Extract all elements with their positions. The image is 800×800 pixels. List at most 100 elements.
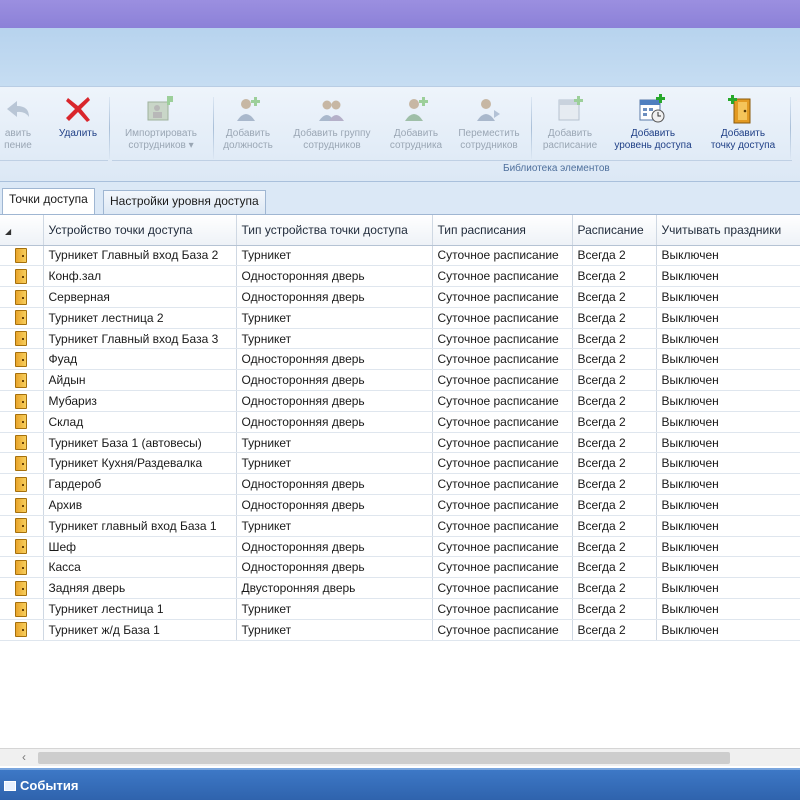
table-cell[interactable]: Задняя дверь [43, 577, 237, 600]
table-cell[interactable]: Всегда 2 [572, 577, 657, 600]
table-cell[interactable]: Турникет [236, 307, 433, 329]
table-row[interactable]: Серверная Односторонняя дверь Суточное рас… [0, 286, 800, 308]
column-header[interactable]: Расписание [572, 215, 657, 246]
table-cell[interactable]: Суточное расписание [432, 348, 573, 371]
table-cell[interactable]: Выключен [656, 494, 800, 516]
table-cell[interactable]: Всегда 2 [572, 556, 657, 579]
table-cell[interactable]: Всегда 2 [572, 328, 657, 350]
partial-ribbon-button[interactable]: авить пение [0, 93, 44, 159]
table-row[interactable]: Турникет лестница 2 Турникет Суточное расп… [0, 307, 800, 329]
table-row[interactable]: Склад Односторонняя дверь Суточное расписа… [0, 411, 800, 433]
table-row[interactable]: Конф.зал Односторонняя дверь Суточное расп… [0, 265, 800, 288]
table-cell[interactable]: Суточное расписание [432, 307, 573, 329]
table-cell[interactable]: Выключен [656, 411, 800, 433]
scroll-left-arrow[interactable]: ‹ [22, 750, 26, 764]
table-cell[interactable]: Всегда 2 [572, 369, 657, 392]
table-cell[interactable]: Всегда 2 [572, 245, 657, 267]
table-cell[interactable]: Выключен [656, 515, 800, 537]
table-cell[interactable]: Суточное расписание [432, 598, 573, 620]
table-cell[interactable]: Турникет лестница 2 [43, 307, 237, 329]
table-cell[interactable]: Суточное расписание [432, 265, 573, 288]
column-header[interactable]: Учитывать праздники [656, 215, 800, 246]
table-cell[interactable]: Выключен [656, 598, 800, 620]
table-cell[interactable]: Суточное расписание [432, 390, 573, 412]
events-button[interactable]: События [4, 778, 78, 793]
table-cell[interactable]: Турникет Главный вход База 2 [43, 245, 237, 267]
table-cell[interactable]: Турникет главный вход База 1 [43, 515, 237, 537]
table-cell[interactable]: Суточное расписание [432, 328, 573, 350]
table-cell[interactable]: Всегда 2 [572, 411, 657, 433]
table-cell[interactable]: Всегда 2 [572, 348, 657, 371]
add-employee-button[interactable]: Добавить сотрудника [382, 93, 450, 159]
table-cell[interactable]: Серверная [43, 286, 237, 308]
scrollbar-thumb[interactable] [38, 752, 730, 764]
table-cell[interactable]: Фуад [43, 348, 237, 371]
table-cell[interactable]: Суточное расписание [432, 515, 573, 537]
table-cell[interactable]: Архив [43, 494, 237, 516]
table-cell[interactable]: Турникет Кухня/Раздевалка [43, 452, 237, 475]
add-access-level-button[interactable]: Добавить уровень доступа [606, 93, 700, 159]
table-cell[interactable]: Выключен [656, 286, 800, 308]
column-header[interactable]: Тип устройства точки доступа [236, 215, 433, 246]
table-cell[interactable]: Всегда 2 [572, 619, 657, 641]
table-cell[interactable]: Суточное расписание [432, 369, 573, 392]
table-row[interactable]: Турникет База 1 (автовесы) Турникет Суточн… [0, 432, 800, 454]
add-schedule-button[interactable]: Добавить расписание [536, 93, 604, 159]
table-cell[interactable]: Односторонняя дверь [236, 265, 433, 288]
table-cell[interactable]: Выключен [656, 577, 800, 600]
table-cell[interactable]: Суточное расписание [432, 245, 573, 267]
table-row[interactable]: Фуад Односторонняя дверь Суточное расписан… [0, 348, 800, 371]
table-cell[interactable]: Турникет [236, 328, 433, 350]
add-access-point-button[interactable]: Добавить точку доступа [700, 93, 786, 159]
column-header[interactable]: Тип расписания [432, 215, 573, 246]
table-cell[interactable]: Касса [43, 556, 237, 579]
table-cell[interactable]: Мубариз [43, 390, 237, 412]
table-cell[interactable]: Всегда 2 [572, 536, 657, 558]
table-cell[interactable]: Односторонняя дверь [236, 369, 433, 392]
tab-access-points[interactable]: Точки доступа [2, 188, 95, 214]
table-cell[interactable]: Суточное расписание [432, 619, 573, 641]
table-cell[interactable]: Всегда 2 [572, 286, 657, 308]
table-cell[interactable]: Выключен [656, 619, 800, 641]
table-cell[interactable]: Выключен [656, 536, 800, 558]
tab-access-level-settings[interactable]: Настройки уровня доступа [103, 190, 266, 214]
table-cell[interactable]: Турникет Главный вход База 3 [43, 328, 237, 350]
table-cell[interactable]: Всегда 2 [572, 515, 657, 537]
table-cell[interactable]: Суточное расписание [432, 536, 573, 558]
table-cell[interactable]: Турникет [236, 515, 433, 537]
table-row[interactable]: Турникет главный вход База 1 Турникет Суто… [0, 515, 800, 537]
delete-button[interactable]: Удалить [50, 93, 106, 159]
table-cell[interactable]: Айдын [43, 369, 237, 392]
table-cell[interactable]: Выключен [656, 348, 800, 371]
column-header[interactable]: Устройство точки доступа [43, 215, 237, 246]
table-cell[interactable]: Односторонняя дверь [236, 556, 433, 579]
row-selector-header[interactable]: ◢ [0, 215, 44, 246]
table-row[interactable]: Касса Односторонняя дверь Суточное расписа… [0, 556, 800, 579]
table-cell[interactable]: Турникет ж/д База 1 [43, 619, 237, 641]
table-cell[interactable]: Односторонняя дверь [236, 473, 433, 496]
table-cell[interactable]: Всегда 2 [572, 307, 657, 329]
table-cell[interactable]: Турникет База 1 (автовесы) [43, 432, 237, 454]
table-cell[interactable]: Выключен [656, 245, 800, 267]
table-cell[interactable]: Конф.зал [43, 265, 237, 288]
table-cell[interactable]: Выключен [656, 390, 800, 412]
table-cell[interactable]: Односторонняя дверь [236, 390, 433, 412]
table-cell[interactable]: Суточное расписание [432, 556, 573, 579]
table-cell[interactable]: Выключен [656, 307, 800, 329]
table-row[interactable]: Гардероб Односторонняя дверь Суточное расп… [0, 473, 800, 496]
table-cell[interactable]: Всегда 2 [572, 265, 657, 288]
table-cell[interactable]: Выключен [656, 452, 800, 475]
table-row[interactable]: Шеф Односторонняя дверь Суточное расписани… [0, 536, 800, 558]
table-cell[interactable]: Турникет [236, 432, 433, 454]
horizontal-scrollbar[interactable]: ‹ [0, 748, 800, 766]
table-cell[interactable]: Односторонняя дверь [236, 494, 433, 516]
table-cell[interactable]: Всегда 2 [572, 390, 657, 412]
table-cell[interactable]: Выключен [656, 432, 800, 454]
table-row[interactable]: Задняя дверь Двусторонняя дверь Суточное р… [0, 577, 800, 600]
add-employee-group-button[interactable]: Добавить группу сотрудников [284, 93, 380, 159]
move-employees-button[interactable]: Переместить сотрудников [450, 93, 528, 159]
add-position-button[interactable]: Добавить должность [216, 93, 280, 159]
table-cell[interactable]: Выключен [656, 265, 800, 288]
table-row[interactable]: Турникет Кухня/Раздевалка Турникет Суточно… [0, 452, 800, 475]
table-cell[interactable]: Всегда 2 [572, 598, 657, 620]
